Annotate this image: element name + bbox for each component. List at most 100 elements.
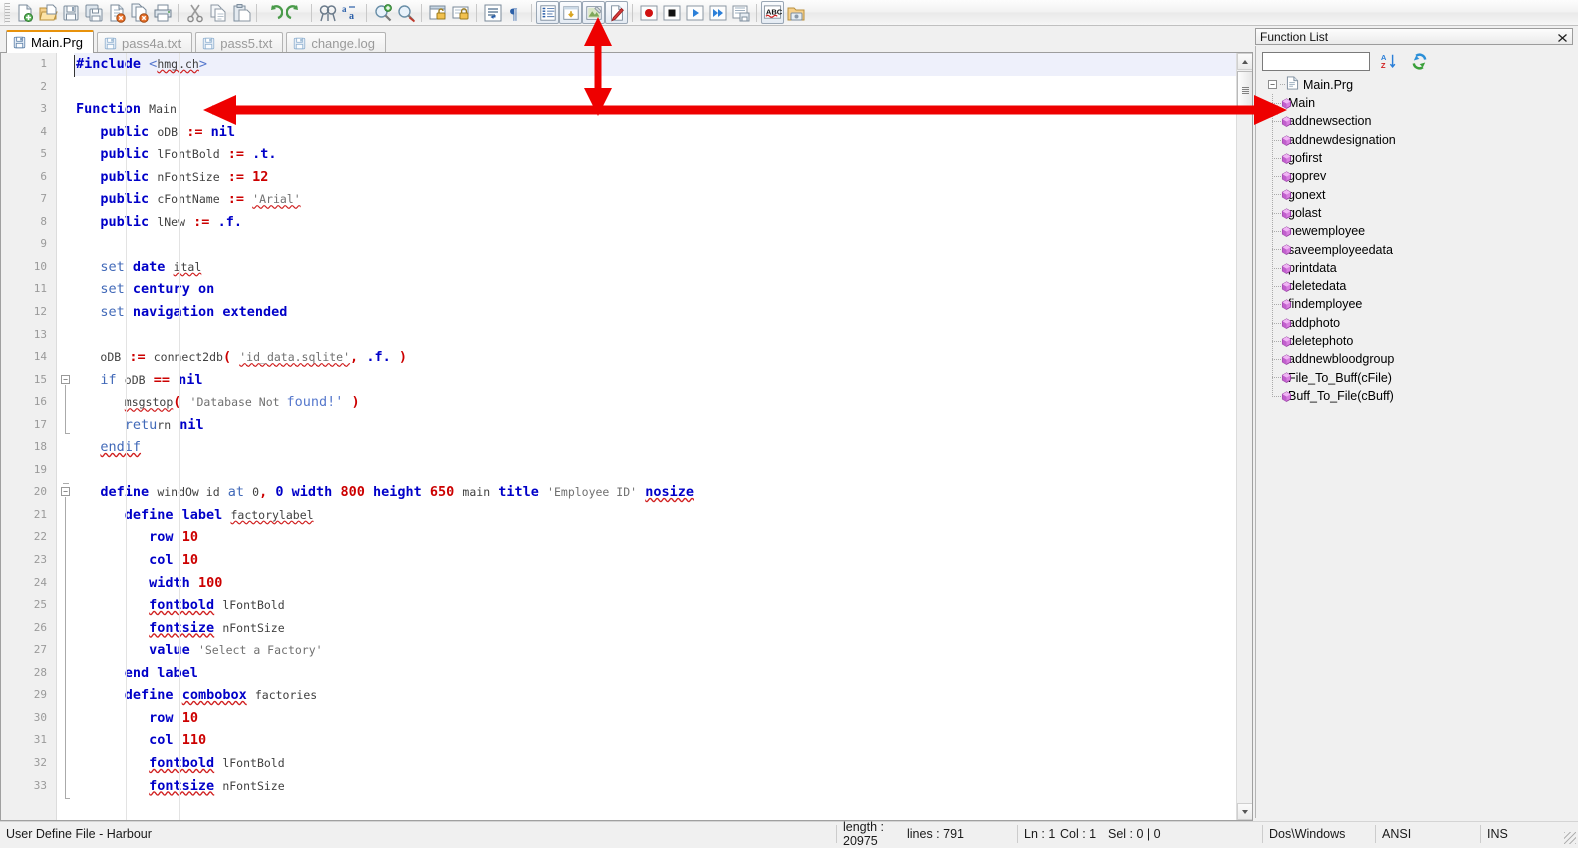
scrollbar-thumb[interactable]: [1237, 71, 1253, 109]
function-list-item[interactable]: gonext: [1264, 185, 1573, 203]
unlock-window-icon[interactable]: [426, 1, 449, 24]
function-list-item[interactable]: Buff_To_File(cBuff): [1264, 387, 1573, 405]
save-icon[interactable]: [59, 1, 82, 24]
code-line[interactable]: set navigation extended: [74, 301, 1236, 324]
code-line[interactable]: fontsize nFontSize: [74, 775, 1236, 798]
function-list-item[interactable]: newemployee: [1264, 222, 1573, 240]
color-picker-icon[interactable]: [582, 1, 605, 24]
code-line[interactable]: row 10: [74, 526, 1236, 549]
code-line[interactable]: public oDB := nil: [74, 121, 1236, 144]
function-list-item[interactable]: findemployee: [1264, 295, 1573, 313]
function-list-item[interactable]: addnewsection: [1264, 112, 1573, 130]
code-line[interactable]: oDB := connect2db( 'id_data.sqlite', .f.…: [74, 346, 1236, 369]
code-line[interactable]: width 100: [74, 572, 1236, 595]
function-list-item[interactable]: deletephoto: [1264, 332, 1573, 350]
code-line[interactable]: fontbold lFontBold: [74, 594, 1236, 617]
toolbar-grip[interactable]: [4, 3, 10, 23]
code-line[interactable]: [74, 459, 1236, 482]
code-line[interactable]: [74, 233, 1236, 256]
redo-icon[interactable]: [284, 1, 307, 24]
fold-collapse-box[interactable]: −: [61, 375, 70, 384]
cut-icon[interactable]: [183, 1, 206, 24]
sort-az-icon[interactable]: A Z: [1378, 51, 1400, 71]
save-all-icon[interactable]: [82, 1, 105, 24]
code-line[interactable]: value 'Select a Factory': [74, 639, 1236, 662]
lock-window-icon[interactable]: [449, 1, 472, 24]
copy-icon[interactable]: [206, 1, 229, 24]
code-line[interactable]: #include <hmg.ch>: [74, 53, 1236, 76]
zoom-in-icon[interactable]: [371, 1, 394, 24]
code-line[interactable]: if oDB == nil: [74, 369, 1236, 392]
code-line[interactable]: define windOw id at 0, 0 width 800 heigh…: [74, 481, 1236, 504]
indent-guides-icon[interactable]: [536, 1, 559, 24]
function-list-item[interactable]: addnewdesignation: [1264, 131, 1573, 149]
fold-collapse-box[interactable]: −: [61, 487, 70, 496]
insert-snippet-icon[interactable]: [559, 1, 582, 24]
code-line[interactable]: define combobox factories: [74, 684, 1236, 707]
scroll-down-arrow-icon[interactable]: [1237, 803, 1253, 820]
replace-icon[interactable]: a a: [339, 1, 362, 24]
code-line[interactable]: set century on: [74, 278, 1236, 301]
paste-icon[interactable]: [229, 1, 252, 24]
code-line[interactable]: public lNew := .f.: [74, 211, 1236, 234]
close-file-icon[interactable]: [105, 1, 128, 24]
close-all-files-icon[interactable]: [128, 1, 151, 24]
code-line[interactable]: public lFontBold := .t.: [74, 143, 1236, 166]
tab-change-log[interactable]: change.log: [286, 32, 386, 53]
find-icon[interactable]: [316, 1, 339, 24]
undo-icon[interactable]: [261, 1, 284, 24]
tab-main-prg[interactable]: Main.Prg: [6, 30, 94, 53]
function-list-item[interactable]: Main: [1264, 94, 1573, 112]
code-line[interactable]: col 110: [74, 729, 1236, 752]
code-text-area[interactable]: #include <hmg.ch> Function Main public o…: [74, 53, 1236, 820]
function-list-item[interactable]: deletedata: [1264, 277, 1573, 295]
function-list-item[interactable]: File_To_Buff(cFile): [1264, 368, 1573, 386]
function-search-input[interactable]: [1262, 52, 1370, 71]
function-list-item[interactable]: gofirst: [1264, 149, 1573, 167]
code-line[interactable]: set date ital: [74, 256, 1236, 279]
code-line[interactable]: end label: [74, 662, 1236, 685]
function-list-item[interactable]: addphoto: [1264, 314, 1573, 332]
zoom-out-icon[interactable]: [394, 1, 417, 24]
play-macro-multiple-icon[interactable]: [706, 1, 729, 24]
tab-pass5-txt[interactable]: pass5.txt: [195, 32, 283, 53]
code-line[interactable]: [74, 324, 1236, 347]
file-explorer-icon[interactable]: [784, 1, 807, 24]
code-line[interactable]: fontbold lFontBold: [74, 752, 1236, 775]
fold-margin[interactable]: −−: [57, 53, 74, 820]
code-editor[interactable]: 1234567891011121314151617181920212223242…: [0, 52, 1253, 821]
tree-root-main-prg[interactable]: −Main.Prg: [1264, 75, 1573, 94]
stop-macro-icon[interactable]: [660, 1, 683, 24]
save-macro-icon[interactable]: [729, 1, 752, 24]
open-file-icon[interactable]: [36, 1, 59, 24]
word-wrap-icon[interactable]: [481, 1, 504, 24]
show-pilcrow-icon[interactable]: ¶: [504, 1, 527, 24]
print-icon[interactable]: [151, 1, 174, 24]
code-line[interactable]: msgstop( 'Database Not found!' ): [74, 391, 1236, 414]
close-icon[interactable]: [1555, 31, 1569, 44]
record-macro-icon[interactable]: [637, 1, 660, 24]
code-line[interactable]: [74, 76, 1236, 99]
editor-vertical-scrollbar[interactable]: [1236, 53, 1252, 820]
code-line[interactable]: endif: [74, 436, 1236, 459]
edit-syntax-icon[interactable]: [605, 1, 628, 24]
refresh-icon[interactable]: [1408, 51, 1430, 71]
function-list-item[interactable]: addnewbloodgroup: [1264, 350, 1573, 368]
code-line[interactable]: fontsize nFontSize: [74, 617, 1236, 640]
code-line[interactable]: row 10: [74, 707, 1236, 730]
code-line[interactable]: public nFontSize := 12: [74, 166, 1236, 189]
code-line[interactable]: Function Main: [74, 98, 1236, 121]
new-file-icon[interactable]: [13, 1, 36, 24]
resize-grip[interactable]: [1564, 832, 1576, 844]
function-list-item[interactable]: goprev: [1264, 167, 1573, 185]
function-list-item[interactable]: printdata: [1264, 259, 1573, 277]
tab-pass4a-txt[interactable]: pass4a.txt: [97, 32, 192, 53]
spell-check-icon[interactable]: ABC: [761, 1, 784, 24]
function-list-item[interactable]: saveemployeedata: [1264, 240, 1573, 258]
code-line[interactable]: public cFontName := 'Arial': [74, 188, 1236, 211]
play-macro-icon[interactable]: [683, 1, 706, 24]
function-list-item[interactable]: golast: [1264, 204, 1573, 222]
code-line[interactable]: col 10: [74, 549, 1236, 572]
scroll-up-arrow-icon[interactable]: [1237, 53, 1253, 70]
code-line[interactable]: define label factorylabel: [74, 504, 1236, 527]
